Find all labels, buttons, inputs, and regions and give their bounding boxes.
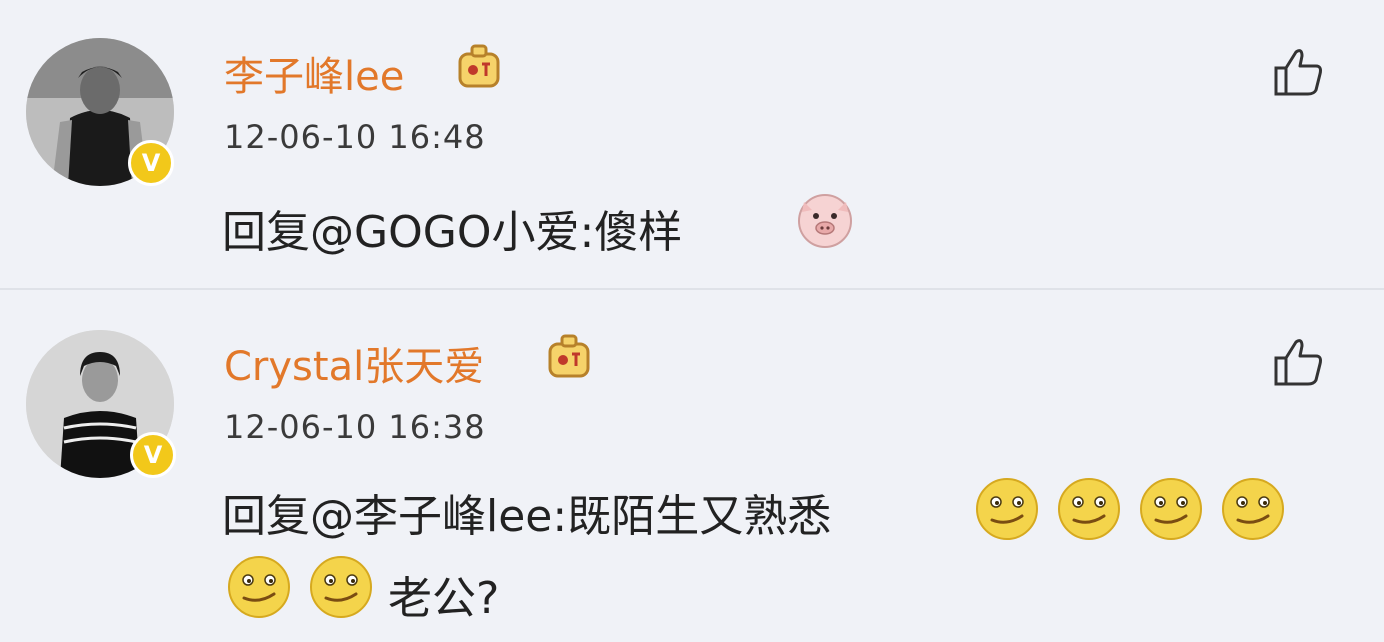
verified-badge-icon: V bbox=[130, 432, 176, 478]
smirk-emoji-icon bbox=[1140, 478, 1202, 540]
emoji-row bbox=[226, 554, 386, 624]
separator: : bbox=[552, 491, 568, 542]
timestamp: 12-06-10 16:38 bbox=[224, 408, 486, 446]
comment-text: 回复@李子峰lee:既陌生又熟悉 bbox=[222, 480, 831, 544]
comment-body: 既陌生又熟悉 bbox=[567, 491, 832, 542]
pig-emoji-icon bbox=[798, 194, 852, 248]
smirk-emoji-icon bbox=[310, 556, 372, 618]
username[interactable]: 李子峰lee bbox=[224, 44, 404, 102]
comment-item: V 李子峰lee 12-06-10 16:48 回复@GOGO小爱:傻样 bbox=[0, 0, 1384, 288]
smirk-emoji-icon bbox=[976, 478, 1038, 540]
reply-prefix: 回复 bbox=[222, 491, 310, 542]
comment-item: V Crystal张天爱 12-06-10 16:38 回复@李子峰lee:既陌… bbox=[0, 290, 1384, 642]
timestamp: 12-06-10 16:48 bbox=[224, 118, 486, 156]
like-thumb-icon[interactable] bbox=[1270, 44, 1326, 100]
crown-badge-icon bbox=[458, 44, 500, 88]
mention-link[interactable]: @GOGO小爱 bbox=[310, 207, 579, 258]
comment-body: 傻样 bbox=[594, 207, 683, 258]
separator: : bbox=[579, 207, 595, 258]
smirk-emoji-icon bbox=[1222, 478, 1284, 540]
smirk-emoji-icon bbox=[1058, 478, 1120, 540]
smirk-emoji-icon bbox=[228, 556, 290, 618]
username[interactable]: Crystal张天爱 bbox=[224, 334, 484, 392]
comment-body-tail: 老公? bbox=[388, 573, 500, 624]
like-thumb-icon[interactable] bbox=[1270, 334, 1326, 390]
verified-badge-icon: V bbox=[128, 140, 174, 186]
comment-text: 回复@GOGO小爱:傻样 bbox=[222, 196, 682, 260]
reply-prefix: 回复 bbox=[222, 207, 310, 258]
crown-badge-icon bbox=[548, 334, 590, 378]
emoji-row bbox=[974, 476, 1304, 546]
mention-link[interactable]: @李子峰lee bbox=[310, 491, 552, 542]
